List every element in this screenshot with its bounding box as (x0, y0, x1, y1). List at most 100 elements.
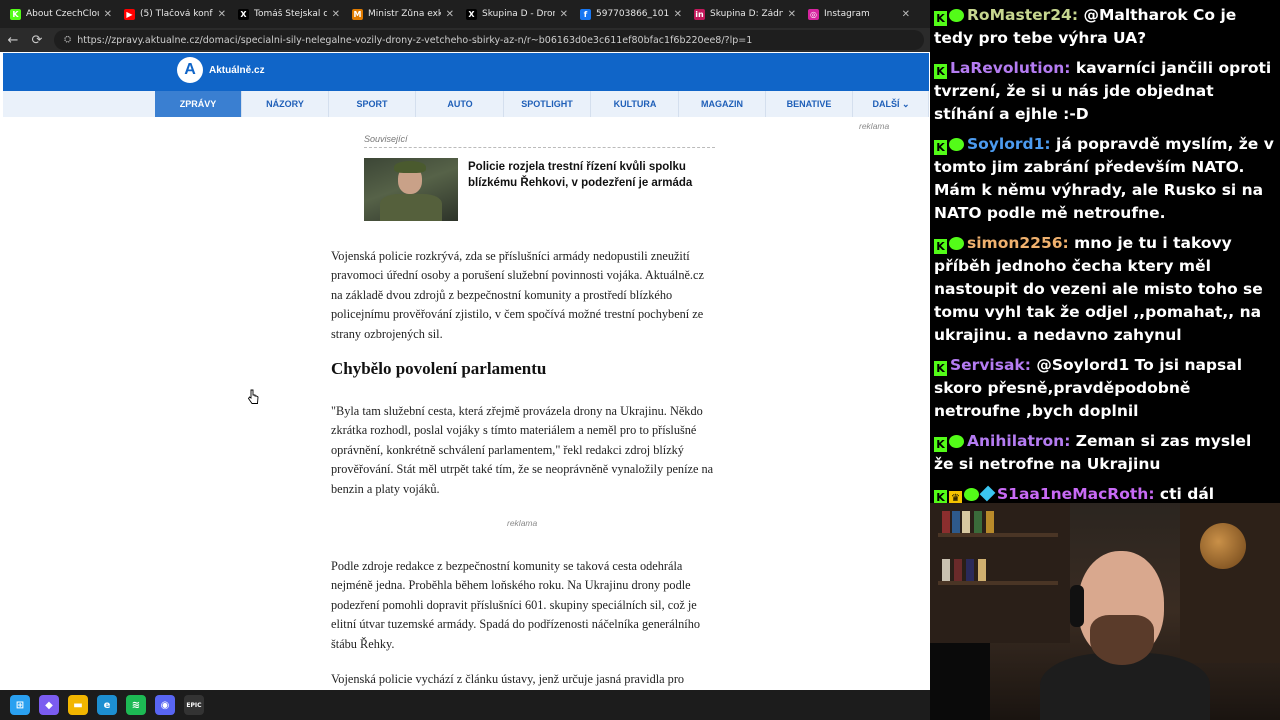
kick-badge-icon: K (934, 361, 947, 376)
chat-text: cti dál (1154, 485, 1215, 503)
webcam-feed (930, 503, 1280, 720)
chat-message: K RoMaster24: @Maltharok Co je tedy pro t… (934, 4, 1276, 50)
windows-start-icon[interactable]: ⊞ (10, 695, 30, 715)
chat-username[interactable]: LaRevolution (950, 59, 1064, 77)
copilot-icon[interactable]: ◆ (39, 695, 59, 715)
kick-icon: K (10, 8, 21, 20)
tab-title: 597703866_10187068 (596, 9, 669, 19)
related-divider (364, 147, 715, 148)
gem-badge-icon (949, 9, 964, 22)
browser-tab[interactable]: X Tomáš Stejskal cz us x ✕ (232, 0, 346, 28)
site-header: A Aktuálně.cz (3, 53, 929, 91)
url-field[interactable]: ⛭ https://zpravy.aktualne.cz/domaci/spec… (54, 30, 924, 50)
close-tab-icon[interactable]: ✕ (902, 9, 910, 20)
nav-item[interactable]: MAGAZIN (679, 91, 766, 117)
close-tab-icon[interactable]: ✕ (446, 9, 454, 20)
article-paragraph-1: Vojenská policie rozkrývá, zda se příslu… (331, 249, 704, 341)
chat-username[interactable]: Soylord1 (967, 135, 1044, 153)
cube-badge-icon (979, 485, 996, 502)
file-explorer-icon[interactable]: ▬ (68, 695, 88, 715)
chat-username[interactable]: simon2256 (967, 234, 1063, 252)
article-paragraph-2: "Byla tam služební cesta, která zřejmě p… (331, 404, 714, 496)
article-paragraph-3: Podle zdroje redakce z bezpečnostní komu… (331, 559, 701, 651)
chat-message: K Anihilatron: Zeman si zas myslel že si … (934, 430, 1276, 476)
gem-badge-icon (949, 138, 964, 151)
m-icon: M (352, 8, 363, 20)
nav-item[interactable]: SPOTLIGHT (504, 91, 591, 117)
x-icon: X (466, 8, 477, 20)
tab-title: Ministr Zůna exkluzivr (368, 9, 441, 19)
related-label: Související (364, 134, 408, 144)
edge-icon[interactable]: e (97, 695, 117, 715)
tab-title: About CzechCloud - K (26, 9, 99, 19)
tab-title: Tomáš Stejskal cz us x (254, 9, 327, 19)
chat-message: K Soylord1: já popravdě myslím, že v tomt… (934, 133, 1276, 225)
gem-badge-icon (949, 435, 964, 448)
related-article-link[interactable]: Policie rozjela trestní řízení kvůli spo… (468, 159, 714, 191)
tab-bar: K About CzechCloud - K ✕ ▶ (5) Tlačová konfe… (0, 0, 930, 28)
chat-username[interactable]: S1aa1neMacRoth (997, 485, 1148, 503)
close-tab-icon[interactable]: ✕ (218, 9, 226, 20)
close-tab-icon[interactable]: ✕ (674, 9, 682, 20)
back-icon[interactable]: ← (6, 33, 20, 48)
crown-badge-icon: ♛ (949, 491, 962, 503)
facebook-icon: f (580, 8, 591, 20)
gem-badge-icon (964, 488, 979, 501)
chat-panel: K RoMaster24: @Maltharok Co je tedy pro t… (930, 0, 1280, 503)
kick-badge-icon: K (934, 490, 947, 503)
close-tab-icon[interactable]: ✕ (332, 9, 340, 20)
spotify-icon[interactable]: ≋ (126, 695, 146, 715)
tab-title: (5) Tlačová konferenc (140, 9, 213, 19)
hand-cursor-icon (247, 389, 259, 404)
chat-username[interactable]: Servisak (950, 356, 1025, 374)
nav-item[interactable]: KULTURA (592, 91, 679, 117)
browser-tab[interactable]: K About CzechCloud - K ✕ (4, 0, 118, 28)
address-bar-row: ← ⟳ ⛭ https://zpravy.aktualne.cz/domaci/… (0, 28, 930, 52)
site-info-icon[interactable]: ⛭ (64, 35, 71, 45)
article-subheading: Chybělo povolení parlamentu (331, 359, 547, 378)
chat-message: K LaRevolution: kavarníci jančili oproti … (934, 57, 1276, 126)
browser-tab[interactable]: ▶ (5) Tlačová konferenc ✕ (118, 0, 232, 28)
tab-title: Skupina D - Drony N (482, 9, 555, 19)
kick-badge-icon: K (934, 140, 947, 155)
reload-icon[interactable]: ⟳ (30, 33, 44, 48)
discord-icon[interactable]: ◉ (155, 695, 175, 715)
browser-tab[interactable]: ◎ Instagram ✕ (802, 0, 916, 28)
kick-badge-icon: K (934, 64, 947, 79)
browser-tab[interactable]: X Skupina D - Drony N ✕ (460, 0, 574, 28)
nav-item[interactable]: BENATIVE (766, 91, 853, 117)
in-icon: in (694, 8, 705, 20)
nav-item[interactable]: ZPRÁVY (155, 91, 242, 117)
chat-username[interactable]: Anihilatron (967, 432, 1064, 450)
article-paragraph-4: Vojenská policie vychází z článku ústavy… (331, 672, 685, 686)
url-text: https://zpravy.aktualne.cz/domaci/specia… (77, 34, 753, 46)
nav-item[interactable]: NÁZORY (242, 91, 329, 117)
browser-tab[interactable]: f 597703866_10187068 ✕ (574, 0, 688, 28)
taskbar: ⊞ ◆ ▬ e ≋ ◉ EPIC (0, 690, 930, 720)
browser-window: K About CzechCloud - K ✕ ▶ (5) Tlačová konfe… (0, 0, 930, 690)
close-tab-icon[interactable]: ✕ (788, 9, 796, 20)
browser-tab[interactable]: M Ministr Zůna exkluzivr ✕ (346, 0, 460, 28)
nav-item[interactable]: DALŠÍ ⌄ (854, 91, 929, 117)
site-logo[interactable]: A Aktuálně.cz (177, 57, 265, 83)
related-article-image[interactable] (364, 158, 458, 221)
site-nav: ZPRÁVY NÁZORY SPORT AUTO SPOTLIGHT KULTURA MAG… (3, 91, 929, 117)
close-tab-icon[interactable]: ✕ (560, 9, 568, 20)
instagram-icon: ◎ (808, 8, 819, 20)
tab-title: Instagram (824, 9, 870, 19)
chat-message: K ♛ S1aa1neMacRoth: cti dál (934, 483, 1276, 503)
gem-badge-icon (949, 237, 964, 250)
browser-tab[interactable]: in Skupina D: Žádné dr ✕ (688, 0, 802, 28)
logo-name: Aktuálně.cz (209, 64, 265, 76)
chat-message: Ksimon2256: mno je tu i takovy příběh je… (934, 232, 1276, 347)
epic-games-icon[interactable]: EPIC (184, 695, 204, 715)
ad-label-2: reklama (507, 518, 538, 528)
nav-item[interactable]: SPORT (329, 91, 416, 117)
chat-username[interactable]: RoMaster24 (967, 6, 1072, 24)
nav-item[interactable]: AUTO (417, 91, 504, 117)
logo-mark: A (177, 57, 203, 83)
close-tab-icon[interactable]: ✕ (104, 9, 112, 20)
kick-badge-icon: K (934, 11, 947, 26)
youtube-icon: ▶ (124, 8, 135, 20)
chat-message: K Servisak: @Soylord1 To jsi napsal skoro… (934, 354, 1276, 423)
